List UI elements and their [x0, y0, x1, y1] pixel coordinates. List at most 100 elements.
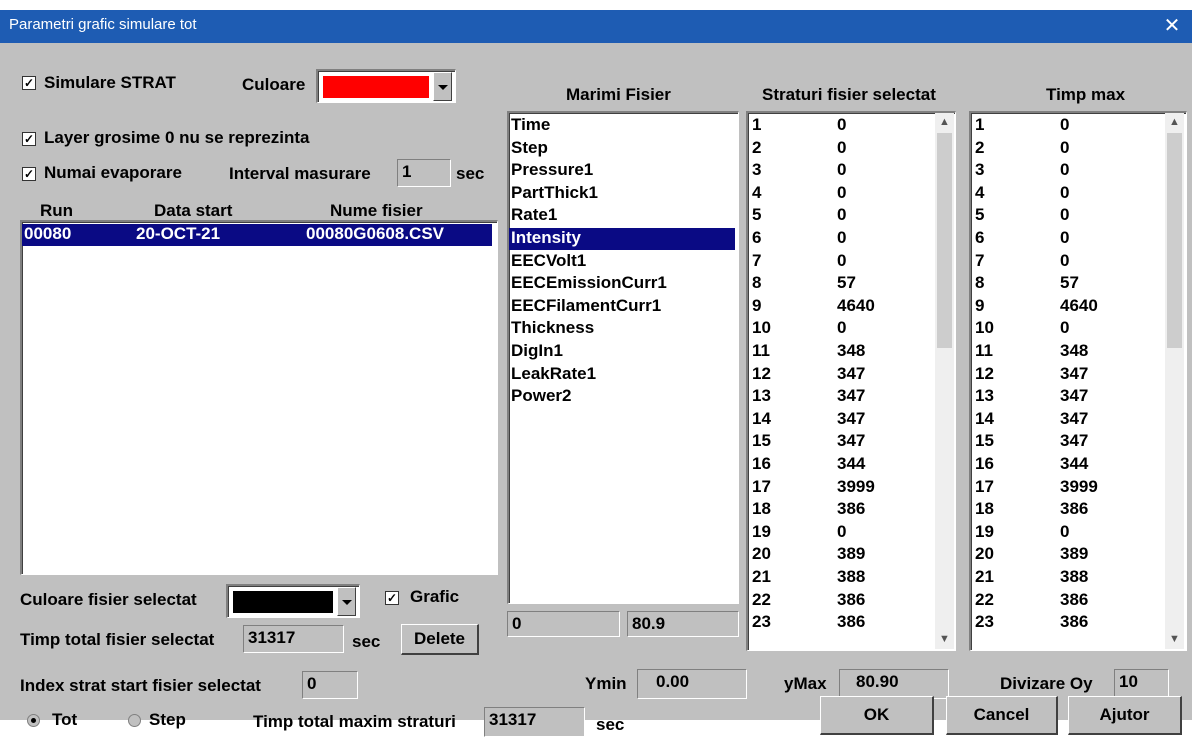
table-row[interactable]: 21 388 [971, 567, 1156, 589]
table-row[interactable]: 8 57 [748, 273, 933, 295]
list-item[interactable]: Rate1 [509, 205, 735, 227]
table-row[interactable]: 11 348 [748, 341, 933, 363]
table-row[interactable]: 23 386 [971, 612, 1156, 634]
interval-input[interactable]: 1 [397, 159, 451, 187]
culoare-dropdown-button[interactable] [433, 72, 452, 101]
straturi-list[interactable]: 1 0 2 0 3 0 4 0 5 0 6 0 7 0 8 57 9 4640 10 0 11 348 12 347 13 347… [746, 111, 956, 651]
table-row[interactable]: 10 0 [971, 318, 1156, 340]
table-row[interactable]: 30 [971, 160, 1156, 182]
delete-button[interactable]: Delete [401, 624, 479, 655]
table-row[interactable]: 00080 20-OCT-21 00080G0608.CSV [22, 224, 492, 246]
marimi-max-field[interactable]: 80.9 [627, 611, 739, 637]
culoare-fisier-dropdown-button[interactable] [337, 587, 356, 616]
scroll-thumb[interactable] [1167, 133, 1182, 348]
list-item[interactable]: PartThick1 [509, 183, 735, 205]
table-row[interactable]: 40 [748, 183, 933, 205]
scroll-thumb[interactable] [937, 133, 952, 348]
table-row[interactable]: 14 347 [748, 409, 933, 431]
table-row[interactable]: 20 [748, 138, 933, 160]
table-row[interactable]: 13 347 [748, 386, 933, 408]
table-row[interactable]: 11 348 [971, 341, 1156, 363]
table-row[interactable]: 16 344 [748, 454, 933, 476]
table-row[interactable]: 15 347 [748, 431, 933, 453]
table-row[interactable]: 19 0 [971, 522, 1156, 544]
straturi-scrollbar[interactable]: ▲ ▼ [935, 113, 954, 649]
table-row[interactable]: 30 [748, 160, 933, 182]
step-radio[interactable] [128, 714, 141, 727]
ymin-input[interactable]: 0.00 [637, 669, 747, 699]
table-row[interactable]: 17 3999 [971, 477, 1156, 499]
table-row[interactable]: 19 0 [748, 522, 933, 544]
table-row[interactable]: 21 388 [748, 567, 933, 589]
table-row[interactable]: 14 347 [971, 409, 1156, 431]
table-row[interactable]: 16 344 [971, 454, 1156, 476]
list-item[interactable]: EECVolt1 [509, 251, 735, 273]
list-item[interactable]: Step [509, 138, 735, 160]
table-row[interactable]: 60 [971, 228, 1156, 250]
timp-max-list[interactable]: 1 0 2 0 3 0 4 0 5 0 6 0 7 0 8 57 9 4640 10 0 11 348 12 347 13 347… [969, 111, 1187, 651]
scroll-up-icon[interactable]: ▲ [935, 113, 954, 132]
table-row[interactable]: 50 [971, 205, 1156, 227]
table-row[interactable]: 22 386 [971, 590, 1156, 612]
table-row[interactable]: 10 0 [748, 318, 933, 340]
culoare-fisier-dropdown[interactable] [226, 584, 360, 618]
ymax-input[interactable]: 80.90 [839, 669, 949, 699]
table-row[interactable]: 13 347 [971, 386, 1156, 408]
ok-button[interactable]: OK [820, 696, 934, 735]
table-row[interactable]: 15 347 [971, 431, 1156, 453]
tot-radio[interactable] [27, 714, 40, 727]
layer-value: 0 [1060, 228, 1070, 247]
grafic-checkbox[interactable]: ✓ [385, 591, 399, 605]
timp-max-scrollbar[interactable]: ▲ ▼ [1165, 113, 1184, 649]
layer-grosime-checkbox[interactable]: ✓ [22, 132, 36, 146]
layer-index: 3 [975, 160, 985, 180]
table-row[interactable]: 60 [748, 228, 933, 250]
list-item[interactable]: Intensity [509, 228, 735, 250]
table-row[interactable]: 8 57 [971, 273, 1156, 295]
table-row[interactable]: 12 347 [748, 364, 933, 386]
list-item[interactable]: EECFilamentCurr1 [509, 296, 735, 318]
table-row[interactable]: 50 [748, 205, 933, 227]
list-item[interactable]: Power2 [509, 386, 735, 408]
divizare-input[interactable]: 10 [1114, 669, 1169, 699]
list-item[interactable]: Thickness [509, 318, 735, 340]
runs-list[interactable]: 00080 20-OCT-21 00080G0608.CSV [20, 220, 498, 575]
scroll-down-icon[interactable]: ▼ [935, 630, 954, 649]
marimi-list[interactable]: Time Step Pressure1 PartThick1 Rate1 Intensit… [507, 111, 739, 604]
cancel-button[interactable]: Cancel [946, 696, 1058, 735]
table-row[interactable]: 9 4640 [971, 296, 1156, 318]
marimi-min-field[interactable]: 0 [507, 611, 620, 637]
table-row[interactable]: 17 3999 [748, 477, 933, 499]
scroll-up-icon[interactable]: ▲ [1165, 113, 1184, 132]
table-row[interactable]: 70 [748, 251, 933, 273]
close-icon[interactable]: ✕ [1152, 10, 1192, 43]
table-row[interactable]: 70 [971, 251, 1156, 273]
list-item[interactable]: EECEmissionCurr1 [509, 273, 735, 295]
culoare-dropdown[interactable] [316, 69, 456, 103]
list-item[interactable]: Time [509, 115, 735, 137]
table-row[interactable]: 20 389 [971, 544, 1156, 566]
table-row[interactable]: 10 [748, 115, 933, 137]
layer-index: 20 [752, 544, 771, 564]
list-item[interactable]: LeakRate1 [509, 364, 735, 386]
table-row[interactable]: 10 [971, 115, 1156, 137]
table-row[interactable]: 18 386 [971, 499, 1156, 521]
simulare-strat-checkbox[interactable]: ✓ [22, 76, 36, 90]
scroll-down-icon[interactable]: ▼ [1165, 630, 1184, 649]
table-row[interactable]: 40 [971, 183, 1156, 205]
timp-total-maxim-input[interactable]: 31317 [484, 707, 585, 737]
list-item[interactable]: DigIn1 [509, 341, 735, 363]
timp-total-input[interactable]: 31317 [243, 625, 344, 653]
table-row[interactable]: 12 347 [971, 364, 1156, 386]
table-row[interactable]: 18 386 [748, 499, 933, 521]
layer-index: 16 [975, 454, 994, 473]
table-row[interactable]: 20 [971, 138, 1156, 160]
index-strat-input[interactable]: 0 [302, 671, 358, 699]
table-row[interactable]: 9 4640 [748, 296, 933, 318]
table-row[interactable]: 23 386 [748, 612, 933, 634]
ajutor-button[interactable]: Ajutor [1068, 696, 1182, 735]
table-row[interactable]: 20 389 [748, 544, 933, 566]
list-item[interactable]: Pressure1 [509, 160, 735, 182]
numai-evaporare-checkbox[interactable]: ✓ [22, 167, 36, 181]
table-row[interactable]: 22 386 [748, 590, 933, 612]
